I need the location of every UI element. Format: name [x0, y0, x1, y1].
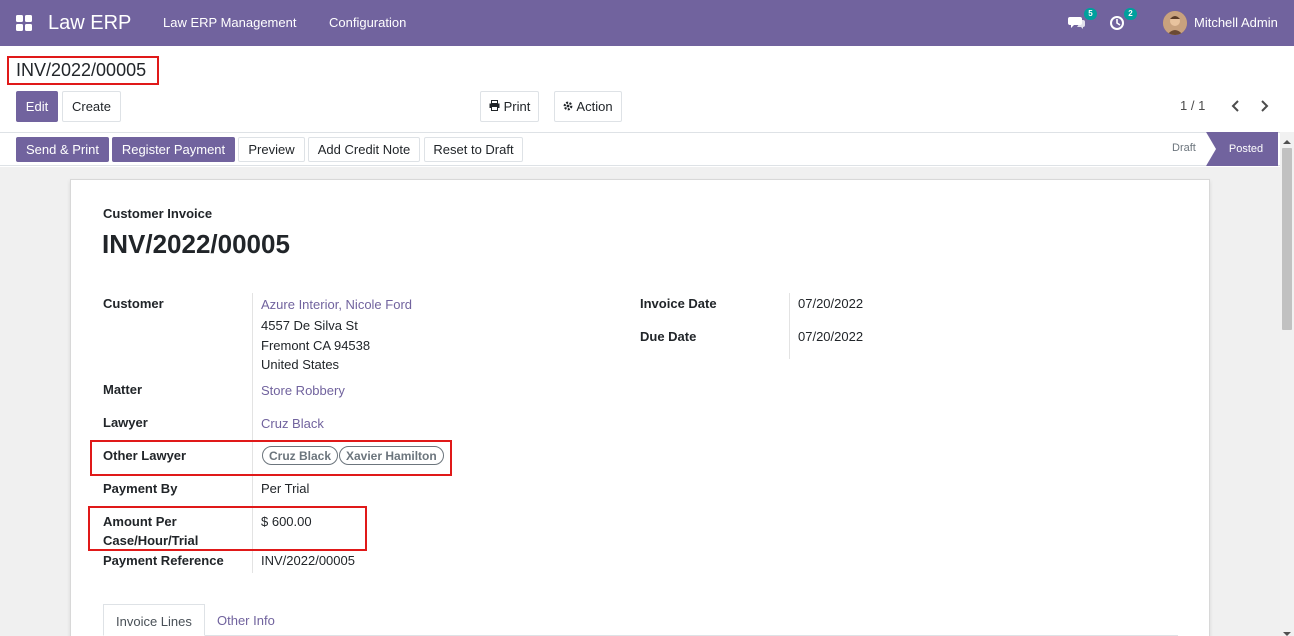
pager-next-icon[interactable]	[1256, 98, 1272, 114]
stage-arrow-divider	[1206, 132, 1216, 166]
payment-reference-value: INV/2022/00005	[261, 553, 355, 568]
action-label: Action	[576, 99, 613, 114]
invoice-date-label: Invoice Date	[640, 296, 717, 311]
lawyer-link[interactable]: Cruz Black	[261, 416, 324, 431]
invoice-date-value: 07/20/2022	[798, 296, 864, 311]
scroll-down-icon[interactable]	[1282, 626, 1292, 636]
activities-badge: 2	[1124, 8, 1137, 20]
stage-posted-label: Posted	[1228, 143, 1264, 155]
due-date-label: Due Date	[640, 329, 697, 344]
invoice-type-label: Customer Invoice	[103, 206, 213, 221]
tab-invoice-lines[interactable]: Invoice Lines	[103, 604, 205, 636]
edit-button[interactable]: Edit	[16, 91, 58, 122]
customer-address-line1: 4557 De Silva St	[261, 318, 358, 333]
user-avatar[interactable]	[1163, 11, 1187, 35]
due-date-value: 07/20/2022	[798, 329, 864, 344]
apps-menu-icon[interactable]	[16, 15, 32, 31]
stage-posted: Posted	[1206, 132, 1278, 166]
stage-draft: Draft	[1172, 142, 1196, 154]
messages-badge: 5	[1084, 8, 1097, 20]
pager-previous-icon[interactable]	[1228, 98, 1244, 114]
register-payment-button[interactable]: Register Payment	[112, 137, 235, 162]
tab-other-info[interactable]: Other Info	[217, 613, 275, 628]
preview-button[interactable]: Preview	[238, 137, 305, 162]
print-button[interactable]: Print	[480, 91, 539, 122]
payment-reference-label: Payment Reference	[103, 553, 224, 568]
reset-to-draft-button[interactable]: Reset to Draft	[424, 137, 523, 162]
matter-link[interactable]: Store Robbery	[261, 383, 345, 398]
customer-link[interactable]: Azure Interior, Nicole Ford	[261, 297, 412, 312]
customer-address-line2: Fremont CA 94538	[261, 338, 371, 353]
menu-law-erp-management[interactable]: Law ERP Management	[163, 15, 296, 30]
highlight-amount	[88, 506, 367, 551]
activities-clock-icon[interactable]: 2	[1108, 8, 1137, 33]
highlight-breadcrumb	[7, 56, 159, 85]
menu-configuration[interactable]: Configuration	[329, 15, 406, 30]
payment-by-value: Per Trial	[261, 481, 310, 496]
print-icon	[489, 99, 500, 114]
payment-by-label: Payment By	[103, 481, 178, 496]
scroll-up-icon[interactable]	[1282, 134, 1292, 149]
scrollbar-thumb[interactable]	[1282, 148, 1292, 330]
user-name[interactable]: Mitchell Admin	[1194, 15, 1278, 30]
action-button[interactable]: Action	[554, 91, 622, 122]
right-field-divider	[789, 293, 790, 359]
lawyer-label: Lawyer	[103, 415, 148, 430]
create-button[interactable]: Create	[62, 91, 121, 122]
highlight-other-lawyer	[90, 440, 452, 476]
customer-address-line3: United States	[261, 357, 340, 372]
messages-icon[interactable]: 5	[1068, 8, 1097, 33]
app-brand[interactable]: Law ERP	[48, 12, 131, 35]
add-credit-note-button[interactable]: Add Credit Note	[308, 137, 420, 162]
top-navbar: Law ERP Law ERP Management Configuration…	[0, 0, 1294, 46]
pager-value[interactable]: 1 / 1	[1180, 98, 1205, 113]
send-print-button[interactable]: Send & Print	[16, 137, 109, 162]
tab-invoice-lines-label: Invoice Lines	[116, 614, 192, 629]
matter-label: Matter	[103, 382, 143, 397]
gear-icon	[563, 99, 573, 114]
invoice-number-title: INV/2022/00005	[102, 229, 290, 259]
customer-label: Customer	[103, 296, 164, 311]
print-label: Print	[503, 99, 531, 114]
